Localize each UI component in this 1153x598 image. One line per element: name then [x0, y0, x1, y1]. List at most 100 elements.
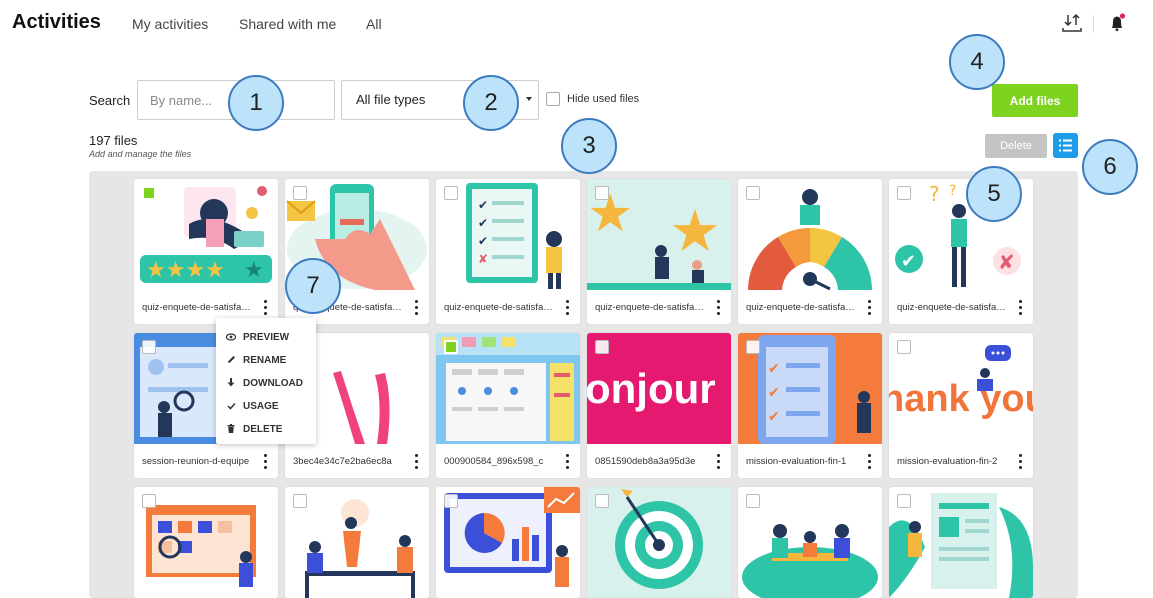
file-card[interactable]	[285, 487, 429, 598]
file-checkbox[interactable]	[142, 186, 156, 200]
file-card[interactable]: onjour 0851590deb8a3a95d3e	[587, 333, 731, 478]
file-thumbnail: ★ ★	[587, 179, 731, 290]
file-card[interactable]: ★ ★ quiz-enquete-de-satisfaction-4	[587, 179, 731, 324]
import-export-icon[interactable]	[1061, 12, 1083, 34]
file-name: 0851590deb8a3a95d3e	[595, 456, 696, 467]
file-thumbnail	[738, 179, 882, 290]
file-checkbox[interactable]	[746, 186, 760, 200]
more-options-icon[interactable]	[1017, 299, 1023, 317]
file-thumbnail	[436, 487, 580, 598]
file-card[interactable]: ★★★★ ★ quiz-enquete-de-satisfaction-1	[134, 179, 278, 324]
file-name: quiz-enquete-de-satisfaction-1	[142, 302, 254, 313]
file-checkbox[interactable]	[897, 494, 911, 508]
file-subtitle: Add and manage the files	[89, 149, 192, 159]
svg-text:?: ?	[929, 182, 940, 206]
add-files-button[interactable]: Add files	[992, 84, 1078, 117]
svg-text:★★★★: ★★★★	[146, 258, 225, 283]
callout-2: 2	[463, 75, 519, 131]
more-options-icon[interactable]	[262, 299, 268, 317]
file-card[interactable]: ✔ ✔ ✔ ✘ quiz-enquete-de-satisfaction-3	[436, 179, 580, 324]
hide-used-label: Hide used files	[567, 93, 640, 105]
more-options-icon[interactable]	[413, 453, 419, 471]
file-card[interactable]: 000900584_896x598_c	[436, 333, 580, 478]
file-thumbnail	[285, 487, 429, 598]
file-card[interactable]: quiz-enquete-de-satisfaction-5	[738, 179, 882, 324]
file-checkbox[interactable]	[897, 186, 911, 200]
hide-used-toggle[interactable]: Hide used files	[546, 92, 639, 106]
hide-used-checkbox[interactable]	[546, 92, 560, 106]
file-checkbox[interactable]	[595, 186, 609, 200]
delete-button[interactable]: Delete	[985, 134, 1047, 158]
file-name: 3bec4e34c7e2ba6ec8a	[293, 456, 392, 467]
file-thumbnail: ✔ ✔ ✔	[738, 333, 882, 444]
callout-3: 3	[561, 118, 617, 174]
file-checkbox[interactable]	[142, 494, 156, 508]
file-checkbox[interactable]	[444, 494, 458, 508]
more-options-icon[interactable]	[866, 299, 872, 317]
menu-item-usage[interactable]: USAGE	[216, 395, 316, 418]
more-options-icon[interactable]	[1017, 453, 1023, 471]
file-thumbnail	[889, 487, 1033, 598]
svg-text:✔: ✔	[478, 234, 488, 248]
file-checkbox[interactable]	[595, 494, 609, 508]
file-name: 000900584_896x598_c	[444, 456, 544, 467]
file-checkbox[interactable]	[746, 340, 760, 354]
file-checkbox[interactable]	[444, 340, 458, 354]
caret-down-icon	[526, 97, 532, 101]
more-options-icon[interactable]	[715, 453, 721, 471]
file-checkbox[interactable]	[897, 340, 911, 354]
nav-my-activities[interactable]: My activities	[132, 16, 208, 32]
nav-all[interactable]: All	[366, 16, 382, 32]
topbar-divider	[1093, 15, 1094, 33]
more-options-icon[interactable]	[715, 299, 721, 317]
file-checkbox[interactable]	[444, 186, 458, 200]
file-thumbnail: onjour	[587, 333, 731, 444]
svg-text:✔: ✔	[768, 385, 780, 401]
callout-4: 4	[949, 34, 1005, 90]
file-thumbnail	[587, 487, 731, 598]
file-checkbox[interactable]	[293, 186, 307, 200]
svg-text:✔: ✔	[478, 198, 488, 212]
svg-text:✘: ✘	[998, 250, 1015, 274]
file-checkbox[interactable]	[746, 494, 760, 508]
more-options-icon[interactable]	[413, 299, 419, 317]
list-view-button[interactable]	[1053, 133, 1078, 158]
file-card[interactable]	[587, 487, 731, 598]
more-options-icon[interactable]	[564, 299, 570, 317]
page-title: Activities	[12, 11, 101, 33]
menu-item-label: PREVIEW	[243, 332, 290, 343]
file-thumbnail: ✔ ✔ ✔ ✘	[436, 179, 580, 290]
callout-6: 6	[1082, 139, 1138, 195]
download-icon	[226, 378, 236, 389]
file-checkbox[interactable]	[595, 340, 609, 354]
file-card[interactable]	[889, 487, 1033, 598]
menu-item-delete[interactable]: DELETE	[216, 418, 316, 441]
menu-item-label: RENAME	[243, 355, 287, 366]
bell-icon[interactable]	[1107, 12, 1129, 34]
menu-item-label: DELETE	[243, 424, 283, 435]
svg-text:?: ?	[949, 183, 956, 199]
file-card[interactable]: hank you mission-evaluation-fin-2	[889, 333, 1033, 478]
file-card[interactable]	[134, 487, 278, 598]
file-name: mission-evaluation-fin-2	[897, 456, 998, 467]
menu-item-rename[interactable]: RENAME	[216, 349, 316, 372]
list-view-icon	[1059, 139, 1072, 152]
nav-shared-with-me[interactable]: Shared with me	[239, 16, 336, 32]
pencil-icon	[226, 355, 236, 366]
svg-text:✔: ✔	[478, 216, 488, 230]
file-card[interactable]: ✔ ✔ ✔ mission-evaluation-fin-1	[738, 333, 882, 478]
menu-item-preview[interactable]: PREVIEW	[216, 326, 316, 349]
file-name: quiz-enquete-de-satisfaction-3	[444, 302, 556, 313]
file-card[interactable]	[738, 487, 882, 598]
more-options-icon[interactable]	[564, 453, 570, 471]
menu-item-download[interactable]: DOWNLOAD	[216, 372, 316, 395]
svg-text:✔: ✔	[768, 361, 780, 377]
svg-text:★: ★	[669, 197, 721, 265]
file-card[interactable]	[436, 487, 580, 598]
more-options-icon[interactable]	[866, 453, 872, 471]
file-checkbox[interactable]	[142, 340, 156, 354]
file-checkbox[interactable]	[293, 494, 307, 508]
file-name: mission-evaluation-fin-1	[746, 456, 847, 467]
more-options-icon[interactable]	[262, 453, 268, 471]
file-name: session-reunion-d-equipe	[142, 456, 250, 467]
